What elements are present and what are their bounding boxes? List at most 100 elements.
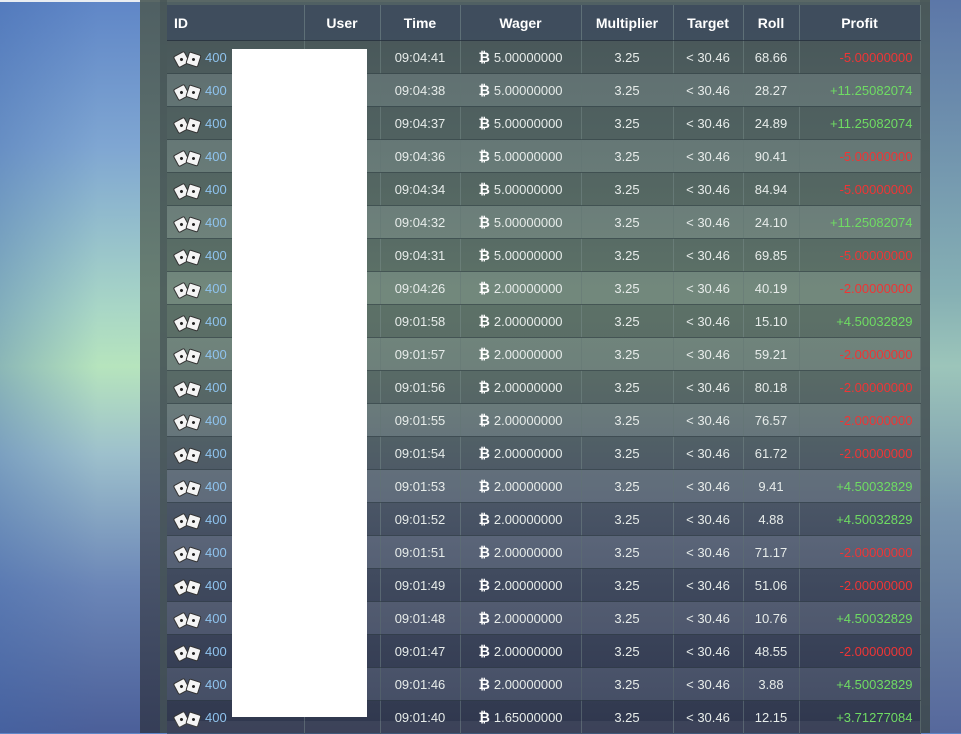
bet-id-link[interactable]: 400 xyxy=(205,149,227,164)
bet-wager-cell: ₿ 5.00000000 xyxy=(460,73,582,107)
bet-time: 09:04:41 xyxy=(380,40,461,74)
bet-target: < 30.46 xyxy=(673,469,744,503)
bet-id-link[interactable]: 400 xyxy=(205,347,227,362)
bitcoin-icon: ₿ xyxy=(478,280,490,296)
bet-wager: 5.00000000 xyxy=(493,248,563,263)
bet-id-link[interactable]: 400 xyxy=(205,380,227,395)
bet-time: 09:04:38 xyxy=(380,73,461,107)
bitcoin-icon: ₿ xyxy=(478,247,490,263)
col-header-multiplier[interactable]: Multiplier xyxy=(581,5,674,41)
bet-target: < 30.46 xyxy=(673,139,744,173)
bet-profit: -2.00000000 xyxy=(799,535,921,569)
bitcoin-icon: ₿ xyxy=(478,610,490,626)
bet-id-link[interactable]: 400 xyxy=(205,215,227,230)
bet-id-link[interactable]: 400 xyxy=(205,512,227,527)
bet-time: 09:04:32 xyxy=(380,205,461,239)
bitcoin-icon: ₿ xyxy=(478,643,490,659)
bet-wager: 2.00000000 xyxy=(493,347,563,362)
bet-id-link[interactable]: 400 xyxy=(205,644,227,659)
bet-roll: 10.76 xyxy=(743,601,800,635)
bet-profit: -2.00000000 xyxy=(799,370,921,404)
bet-multiplier: 3.25 xyxy=(581,403,674,437)
bitcoin-icon: ₿ xyxy=(478,346,490,362)
bet-roll: 15.10 xyxy=(743,304,800,338)
dice-icon xyxy=(172,281,202,299)
bet-target: < 30.46 xyxy=(673,106,744,140)
bet-wager-cell: ₿ 5.00000000 xyxy=(460,205,582,239)
bitcoin-icon: ₿ xyxy=(478,181,490,197)
bet-wager: 5.00000000 xyxy=(493,116,563,131)
bet-id-link[interactable]: 400 xyxy=(205,578,227,593)
bet-target: < 30.46 xyxy=(673,205,744,239)
bet-id-link[interactable]: 400 xyxy=(205,83,227,98)
bet-profit: -5.00000000 xyxy=(799,172,921,206)
bet-target: < 30.46 xyxy=(673,601,744,635)
bet-time: 09:01:47 xyxy=(380,634,461,668)
dice-icon xyxy=(172,149,202,167)
bet-time: 09:04:37 xyxy=(380,106,461,140)
bet-wager-cell: ₿ 5.00000000 xyxy=(460,139,582,173)
dice-icon xyxy=(172,446,202,464)
dice-icon xyxy=(172,248,202,266)
bet-roll: 61.72 xyxy=(743,436,800,470)
bet-wager-cell: ₿ 5.00000000 xyxy=(460,40,582,74)
bet-wager: 2.00000000 xyxy=(493,380,563,395)
bet-id-link[interactable]: 400 xyxy=(205,281,227,296)
bet-id-link[interactable]: 400 xyxy=(205,413,227,428)
bet-id-link[interactable]: 400 xyxy=(205,677,227,692)
bet-profit: -2.00000000 xyxy=(799,337,921,371)
bet-multiplier: 3.25 xyxy=(581,535,674,569)
bet-target: < 30.46 xyxy=(673,238,744,272)
bet-roll: 69.85 xyxy=(743,238,800,272)
bet-multiplier: 3.25 xyxy=(581,370,674,404)
bet-target: < 30.46 xyxy=(673,304,744,338)
bet-roll: 84.94 xyxy=(743,172,800,206)
bet-profit: -2.00000000 xyxy=(799,634,921,668)
col-header-id[interactable]: ID xyxy=(167,5,305,41)
bitcoin-icon: ₿ xyxy=(478,49,490,65)
bet-profit: -2.00000000 xyxy=(799,271,921,305)
bet-multiplier: 3.25 xyxy=(581,139,674,173)
col-header-wager[interactable]: Wager xyxy=(460,5,582,41)
bet-wager: 5.00000000 xyxy=(493,182,563,197)
bet-wager: 2.00000000 xyxy=(493,644,563,659)
panel-left-border xyxy=(160,0,167,733)
bitcoin-icon: ₿ xyxy=(478,379,490,395)
bet-target: < 30.46 xyxy=(673,271,744,305)
col-header-time[interactable]: Time xyxy=(380,5,461,41)
bet-id-link[interactable]: 400 xyxy=(205,116,227,131)
bet-roll: 48.55 xyxy=(743,634,800,668)
bet-id-link[interactable]: 400 xyxy=(205,314,227,329)
bet-wager-cell: ₿ 2.00000000 xyxy=(460,436,582,470)
bet-roll: 9.41 xyxy=(743,469,800,503)
bet-roll: 24.89 xyxy=(743,106,800,140)
col-header-roll[interactable]: Roll xyxy=(743,5,800,41)
bet-multiplier: 3.25 xyxy=(581,568,674,602)
bet-time: 09:01:48 xyxy=(380,601,461,635)
bet-roll: 3.88 xyxy=(743,667,800,701)
bet-profit: -2.00000000 xyxy=(799,568,921,602)
bet-wager-cell: ₿ 2.00000000 xyxy=(460,271,582,305)
redaction-box xyxy=(232,49,367,717)
bet-time: 09:01:55 xyxy=(380,403,461,437)
bitcoin-icon: ₿ xyxy=(478,511,490,527)
bet-id-link[interactable]: 400 xyxy=(205,50,227,65)
bet-time: 09:04:34 xyxy=(380,172,461,206)
bet-id-link[interactable]: 400 xyxy=(205,611,227,626)
dice-icon xyxy=(172,215,202,233)
bet-target: < 30.46 xyxy=(673,73,744,107)
col-header-profit[interactable]: Profit xyxy=(799,5,921,41)
col-header-target[interactable]: Target xyxy=(673,5,744,41)
bet-id-link[interactable]: 400 xyxy=(205,446,227,461)
bitcoin-icon: ₿ xyxy=(478,577,490,593)
dice-icon xyxy=(172,611,202,629)
col-header-user[interactable]: User xyxy=(304,5,381,41)
bitcoin-icon: ₿ xyxy=(478,214,490,230)
bet-id-link[interactable]: 400 xyxy=(205,248,227,263)
bet-id-link[interactable]: 400 xyxy=(205,479,227,494)
bitcoin-icon: ₿ xyxy=(478,82,490,98)
bet-profit: +4.50032829 xyxy=(799,667,921,701)
bet-roll: 51.06 xyxy=(743,568,800,602)
bet-id-link[interactable]: 400 xyxy=(205,182,227,197)
bet-id-link[interactable]: 400 xyxy=(205,545,227,560)
